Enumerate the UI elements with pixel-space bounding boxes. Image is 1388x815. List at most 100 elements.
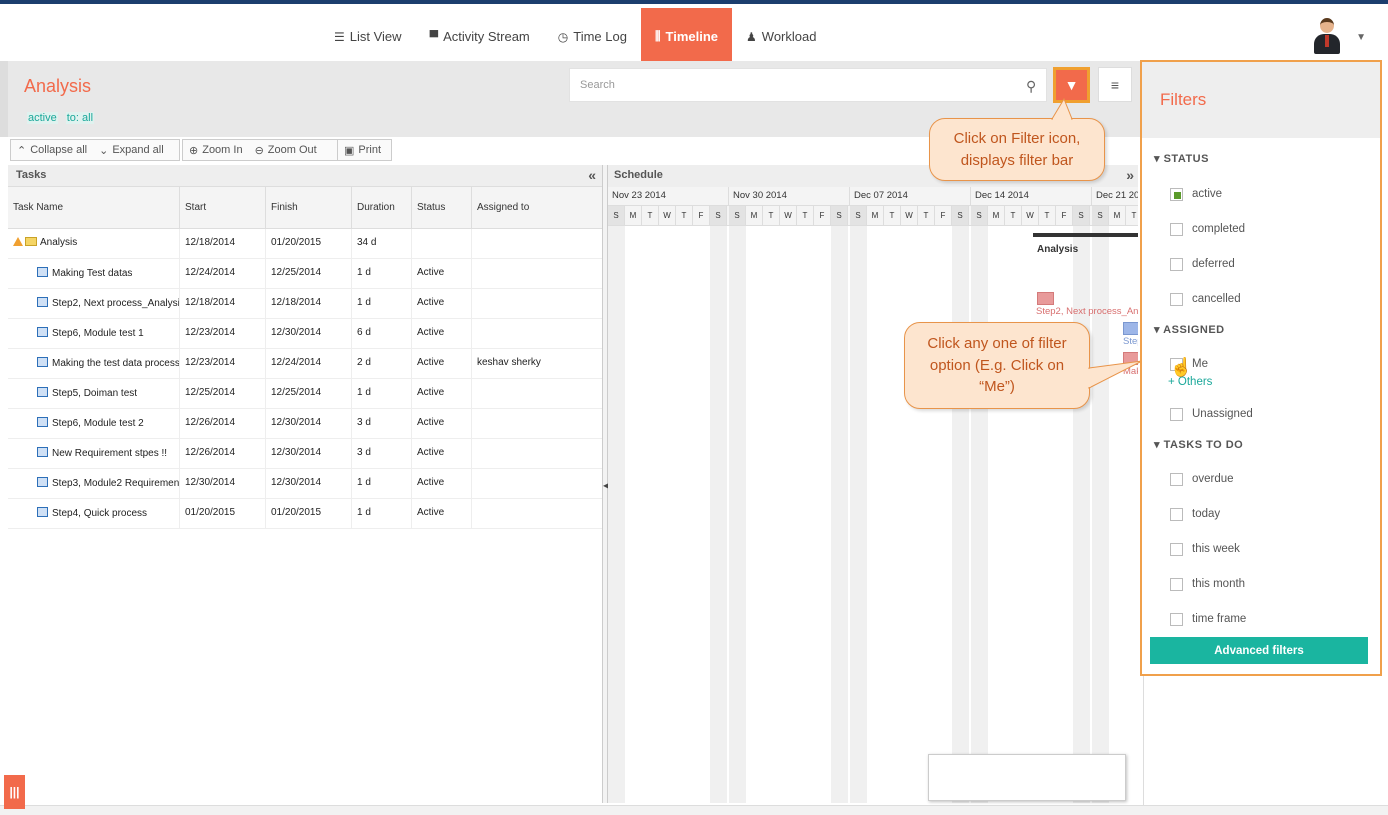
collapse-all-button[interactable]: ⌃ Collapse all — [17, 144, 87, 157]
col-assigned-to[interactable]: Assigned to — [472, 187, 602, 228]
filter-status-completed[interactable]: completed — [1142, 222, 1380, 236]
chip-assigned[interactable]: to: all — [65, 112, 95, 124]
gantt-bar-label: Step — [1123, 336, 1138, 347]
checkbox[interactable] — [1170, 257, 1183, 271]
checkbox[interactable] — [1170, 292, 1183, 306]
table-cell: 2 d — [352, 349, 412, 378]
task-icon — [37, 447, 48, 457]
nav-time-log[interactable]: ◷ Time Log — [544, 8, 641, 65]
gantt-bar[interactable] — [1123, 322, 1138, 335]
menu-button[interactable]: ≡ — [1098, 67, 1132, 102]
collapse-panel-icon[interactable]: « — [588, 167, 596, 183]
nav-timeline[interactable]: ⫼ Timeline — [640, 8, 733, 65]
assigned-section-header[interactable]: ▾ ASSIGNED — [1142, 323, 1380, 337]
table-row[interactable]: Step3, Module2 Requirement 12/30/2014 12/3… — [8, 469, 602, 499]
day-label: F — [693, 206, 710, 225]
filter-status-deferred[interactable]: deferred — [1142, 257, 1380, 271]
checkbox[interactable] — [1170, 472, 1183, 486]
filter-todo-overdue[interactable]: overdue — [1142, 472, 1380, 486]
summary-bar[interactable] — [1033, 233, 1138, 237]
zoom-group: ⊕ Zoom In ⊖ Zoom Out — [182, 139, 342, 161]
weekend-column — [850, 226, 867, 803]
col-task-name[interactable]: Task Name — [8, 187, 180, 228]
side-panel-toggle[interactable]: ||| — [4, 775, 25, 809]
table-row[interactable]: Analysis 12/18/2014 01/20/2015 34 d — [8, 229, 602, 259]
col-finish[interactable]: Finish — [266, 187, 352, 228]
expand-all-button[interactable]: ⌄ Expand all — [99, 144, 164, 157]
table-cell: 1 d — [352, 379, 412, 408]
table-row[interactable]: Step6, Module test 1 12/23/2014 12/30/2014… — [8, 319, 602, 349]
folder-icon — [25, 237, 37, 246]
search-icon[interactable]: ⚲ — [1026, 78, 1036, 95]
zoom-out-button[interactable]: ⊖ Zoom Out — [255, 144, 317, 157]
timeline-icon: ⫼ — [654, 29, 661, 43]
checkbox[interactable] — [1170, 507, 1183, 521]
clock-icon: ◷ — [557, 29, 569, 44]
table-cell: Step2, Next process_Analysi — [8, 289, 180, 318]
print-button[interactable]: ▣ Print — [337, 139, 392, 161]
filter-todo-time-frame[interactable]: time frame — [1142, 612, 1380, 626]
day-label: S — [850, 206, 867, 225]
filter-status-cancelled[interactable]: cancelled — [1142, 292, 1380, 306]
table-cell — [472, 499, 602, 528]
col-duration[interactable]: Duration — [352, 187, 412, 228]
table-cell: 1 d — [352, 259, 412, 288]
filter-assigned-others-link[interactable]: + Others — [1142, 376, 1380, 390]
nav-list-view[interactable]: ☰ List View — [320, 8, 416, 65]
zoom-in-button[interactable]: ⊕ Zoom In — [189, 144, 243, 157]
table-cell: Active — [412, 409, 472, 438]
table-row[interactable]: Step5, Doiman test 12/25/2014 12/25/2014 1 … — [8, 379, 602, 409]
schedule-days: SMTWTFSSMTWTFSSMTWTFSSMTWTFSSMTW — [608, 206, 1138, 226]
status-section-header[interactable]: ▾ STATUS — [1142, 152, 1380, 166]
table-row[interactable]: Step2, Next process_Analysi 12/18/2014 12/… — [8, 289, 602, 319]
day-label: W — [659, 206, 676, 225]
table-row[interactable]: New Requirement stpes !! 12/26/2014 12/30/… — [8, 439, 602, 469]
nav-activity-stream[interactable]: ▀ Activity Stream — [416, 8, 544, 65]
checkbox[interactable] — [1170, 612, 1183, 626]
day-label: S — [710, 206, 727, 225]
table-cell: 12/25/2014 — [266, 259, 352, 288]
col-status[interactable]: Status — [412, 187, 472, 228]
checkbox[interactable] — [1170, 577, 1183, 591]
filter-assigned-unassigned[interactable]: Unassigned — [1142, 407, 1380, 421]
table-cell: Active — [412, 319, 472, 348]
table-cell: 3 d — [352, 409, 412, 438]
chevron-up-icon: ⌃ — [17, 144, 27, 157]
weekend-column — [971, 226, 988, 803]
zoom-out-icon: ⊖ — [254, 144, 264, 157]
filter-todo-today[interactable]: today — [1142, 507, 1380, 521]
avatar[interactable] — [1312, 16, 1342, 54]
zoom-in-icon: ⊕ — [189, 144, 199, 157]
table-cell: 12/25/2014 — [266, 379, 352, 408]
day-label: W — [901, 206, 918, 225]
gantt-bar[interactable] — [1037, 292, 1054, 305]
checkbox[interactable] — [1170, 187, 1183, 201]
day-label: M — [988, 206, 1005, 225]
table-cell: 12/26/2014 — [180, 409, 266, 438]
chip-active[interactable]: active — [27, 112, 58, 124]
checkbox[interactable] — [1170, 407, 1183, 421]
chevron-down-icon[interactable]: ▼ — [1356, 32, 1366, 43]
table-row[interactable]: Making the test data process 12/23/2014 12… — [8, 349, 602, 379]
tasks-todo-section-header[interactable]: ▾ TASKS TO DO — [1142, 438, 1380, 452]
table-cell: 1 d — [352, 499, 412, 528]
table-row[interactable]: Step4, Quick process 01/20/2015 01/20/2015… — [8, 499, 602, 529]
nav-workload[interactable]: ♟ Workload — [732, 8, 830, 65]
table-row[interactable]: Step6, Module test 2 12/26/2014 12/30/2014… — [8, 409, 602, 439]
advanced-filters-button[interactable]: Advanced filters — [1150, 637, 1368, 664]
callout-filter-icon: Click on Filter icon, displays filter ba… — [929, 118, 1105, 181]
search-input[interactable]: Search — [569, 68, 1047, 102]
checkbox[interactable] — [1170, 222, 1183, 236]
checkbox[interactable] — [1170, 542, 1183, 556]
weekend-column — [831, 226, 848, 803]
col-start[interactable]: Start — [180, 187, 266, 228]
table-cell — [472, 259, 602, 288]
day-label: M — [1109, 206, 1126, 225]
filter-todo-this-week[interactable]: this week — [1142, 542, 1380, 556]
table-row[interactable]: Making Test datas 12/24/2014 12/25/2014 1 d… — [8, 259, 602, 289]
expand-panel-icon[interactable]: » — [1126, 167, 1134, 183]
table-cell: Step6, Module test 2 — [8, 409, 180, 438]
filter-todo-this-month[interactable]: this month — [1142, 577, 1380, 591]
callout-pointer — [1051, 98, 1073, 120]
filter-status-active[interactable]: active — [1142, 187, 1380, 201]
